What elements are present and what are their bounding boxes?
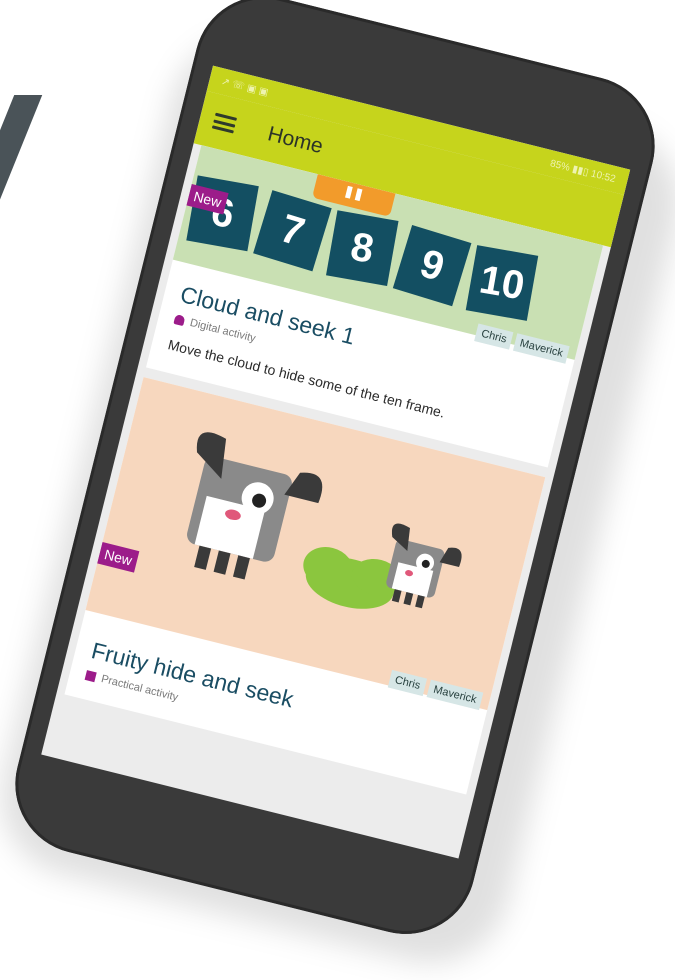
status-icons: ↗ ☏ ▣ ▣ (220, 75, 270, 99)
phone-frame: ↗ ☏ ▣ ▣ 85% ▮▮▯ 10:52 Home 6 7 8 9 10 Ne… (0, 0, 670, 949)
number-tile: 8 (326, 210, 399, 287)
dice-icon (84, 670, 97, 683)
decorative-slash (0, 95, 43, 215)
number-tile: 9 (392, 224, 472, 307)
number-tile: 7 (253, 190, 332, 272)
page-title: Home (265, 122, 326, 159)
number-tile: 10 (465, 245, 539, 321)
menu-icon[interactable] (211, 112, 238, 134)
person-icon (173, 314, 186, 327)
